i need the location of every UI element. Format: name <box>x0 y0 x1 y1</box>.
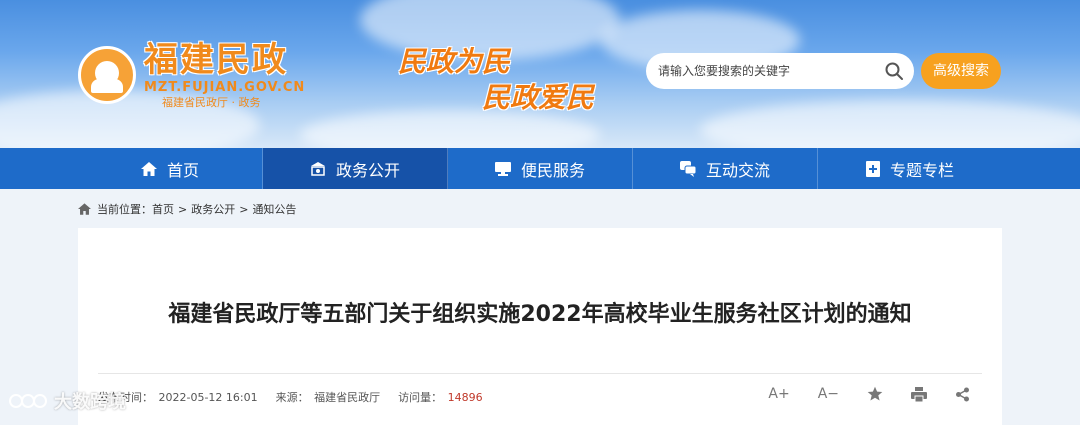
source-label: 来源： <box>275 391 309 404</box>
breadcrumb-separator: > <box>239 202 249 216</box>
site-header: 福建民政 MZT.FUJIAN.GOV.CN 福建省民政厅 · 政务 民政为民 … <box>0 0 1080 148</box>
search-box <box>646 53 914 89</box>
watermark-logo-icon <box>9 394 47 408</box>
nav-item-label: 政务公开 <box>335 160 400 180</box>
monitor-icon <box>494 161 511 176</box>
chat-icon <box>679 160 696 177</box>
main-nav: 首页 政务公开 便民服务 互动交流 专题专栏 <box>0 148 1080 189</box>
nav-item-interaction[interactable]: 互动交流 <box>633 148 818 189</box>
views-label: 访问量： <box>398 391 443 404</box>
home-icon <box>140 161 157 176</box>
article-title: 福建省民政厅等五部门关于组织实施2022年高校毕业生服务社区计划的通知 <box>168 302 912 327</box>
breadcrumb-link-notices[interactable]: 通知公告 <box>252 201 296 217</box>
nav-item-home[interactable]: 首页 <box>78 148 263 189</box>
site-logo[interactable]: 福建民政 MZT.FUJIAN.GOV.CN 福建省民政厅 · 政务 <box>78 30 305 120</box>
star-icon <box>867 386 883 401</box>
logo-emblem-icon <box>78 46 136 104</box>
font-decrease-button[interactable]: A− <box>818 386 839 402</box>
logo-title: 福建民政 <box>144 40 288 80</box>
divider <box>98 373 982 374</box>
printer-icon <box>911 386 927 402</box>
logo-domain: MZT.FUJIAN.GOV.CN <box>144 80 306 95</box>
favorite-button[interactable] <box>867 386 883 402</box>
breadcrumb-separator: > <box>178 202 188 216</box>
nav-item-label: 专题专栏 <box>889 160 954 180</box>
nav-item-label: 便民服务 <box>520 160 585 180</box>
nav-item-label: 互动交流 <box>705 160 770 180</box>
article-meta: 发布时间： 2022-05-12 16:01 来源： 福建省民政厅 访问量： 1… <box>98 389 501 405</box>
breadcrumb-prefix: 当前位置： <box>97 203 152 216</box>
watermark: 大数跨境 <box>8 388 126 414</box>
bookmark-plus-icon <box>865 160 880 177</box>
share-button[interactable] <box>955 387 970 402</box>
nav-item-services[interactable]: 便民服务 <box>448 148 633 189</box>
logo-subtitle: 福建省民政厅 · 政务 <box>162 96 261 109</box>
article-tools: A+ A− <box>740 386 970 402</box>
breadcrumb: 当前位置： 首页 > 政务公开 > 通知公告 <box>78 200 296 218</box>
building-icon <box>310 161 325 176</box>
article-card: 福建省民政厅等五部门关于组织实施2022年高校毕业生服务社区计划的通知 发布时间… <box>78 228 1002 425</box>
print-button[interactable] <box>911 386 927 402</box>
home-icon <box>78 203 91 215</box>
nav-item-special-topics[interactable]: 专题专栏 <box>818 148 1002 189</box>
search-input[interactable] <box>658 64 878 78</box>
breadcrumb-link-gov-affairs[interactable]: 政务公开 <box>191 201 235 217</box>
slogan-2: 民政爱民 <box>482 81 595 114</box>
views-count: 14896 <box>447 391 483 404</box>
font-increase-button[interactable]: A+ <box>768 386 789 402</box>
nav-item-label: 首页 <box>166 160 199 180</box>
advanced-search-button[interactable]: 高级搜索 <box>921 53 1001 89</box>
source: 福建省民政厅 <box>314 391 381 404</box>
search-icon[interactable] <box>884 61 904 81</box>
breadcrumb-link-home[interactable]: 首页 <box>152 201 174 217</box>
slogan-1: 民政为民 <box>398 45 511 78</box>
nav-item-gov-affairs[interactable]: 政务公开 <box>263 148 448 189</box>
publish-time: 2022-05-12 16:01 <box>158 391 258 404</box>
share-icon <box>956 387 969 401</box>
watermark-text: 大数跨境 <box>54 392 126 413</box>
